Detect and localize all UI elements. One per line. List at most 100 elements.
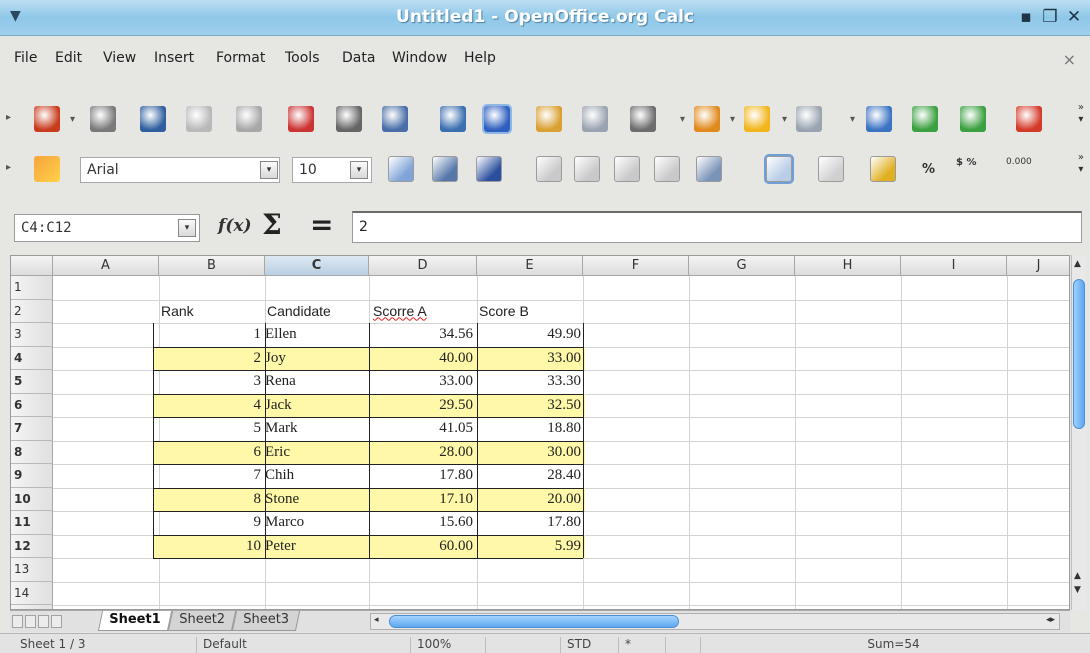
wrap-text-icon[interactable] — [764, 154, 794, 184]
spreadsheet-grid[interactable]: ABCDEFGHIJ1234567891011121314151617RankC… — [10, 255, 1070, 610]
horizontal-scroll-thumb[interactable] — [389, 615, 679, 628]
row-header[interactable]: 7 — [11, 417, 53, 441]
score-a-cell[interactable]: 33.00 — [369, 370, 475, 393]
candidate-cell[interactable]: Jack — [265, 394, 369, 417]
score-b-cell[interactable]: 5.99 — [477, 535, 583, 558]
menu-view[interactable]: View — [103, 50, 136, 66]
row-header[interactable]: 2 — [11, 299, 53, 323]
number-format-icon[interactable] — [818, 156, 844, 182]
prev-sheet-icon[interactable] — [25, 615, 36, 628]
candidate-cell[interactable]: Peter — [265, 535, 369, 558]
font-name-dropdown-icon[interactable]: ▾ — [260, 161, 278, 179]
sum-display[interactable]: Sum=54 — [700, 637, 1080, 653]
rank-cell[interactable]: 5 — [159, 417, 263, 440]
paste-icon[interactable] — [630, 106, 656, 132]
sort-descending-icon[interactable] — [960, 106, 986, 132]
header-cell-score-a[interactable]: Scorre A — [373, 300, 427, 323]
row-header[interactable]: 6 — [11, 393, 53, 417]
candidate-cell[interactable]: Rena — [265, 370, 369, 393]
dropdown-arrow-icon[interactable]: ▾ — [70, 114, 75, 125]
column-header[interactable]: D — [369, 256, 477, 276]
score-a-cell[interactable]: 40.00 — [369, 347, 475, 370]
save-icon[interactable] — [140, 106, 166, 132]
candidate-cell[interactable]: Eric — [265, 441, 369, 464]
column-header[interactable]: E — [477, 256, 583, 276]
navigator-icon[interactable] — [866, 106, 892, 132]
function-icon[interactable]: = — [310, 208, 333, 241]
menu-window[interactable]: Window — [392, 50, 447, 66]
tab-sheet2[interactable]: Sheet2 — [167, 611, 236, 631]
formula-input[interactable]: 2 — [352, 211, 1082, 243]
dropdown-arrow-icon[interactable]: ▾ — [850, 114, 855, 125]
justify-icon[interactable] — [654, 156, 680, 182]
menu-tools[interactable]: Tools — [285, 50, 320, 66]
font-size-dropdown-icon[interactable]: ▾ — [350, 161, 368, 179]
chart-icon[interactable] — [1016, 106, 1042, 132]
scroll-up-icon[interactable]: ▲ — [1074, 259, 1081, 269]
name-box[interactable]: C4:C12 — [14, 214, 200, 242]
score-b-cell[interactable]: 28.40 — [477, 464, 583, 487]
row-header[interactable]: 12 — [11, 534, 53, 558]
row-header[interactable]: 3 — [11, 323, 53, 347]
autospellcheck-icon[interactable] — [482, 104, 512, 134]
row-header[interactable]: 14 — [11, 581, 53, 605]
edit-file-icon[interactable] — [236, 106, 262, 132]
score-a-cell[interactable]: 17.80 — [369, 464, 475, 487]
score-a-cell[interactable]: 34.56 — [369, 323, 475, 346]
row-header[interactable]: 11 — [11, 511, 53, 535]
rank-cell[interactable]: 1 — [159, 323, 263, 346]
toolbar-overflow-icon[interactable]: » ▾ — [1078, 152, 1084, 176]
page-style[interactable]: Default — [196, 637, 247, 653]
score-b-cell[interactable]: 20.00 — [477, 488, 583, 511]
merge-cells-icon[interactable] — [696, 156, 722, 182]
toolbar-overflow-icon[interactable]: » ▾ — [1078, 102, 1084, 126]
close-icon[interactable]: ✕ — [1066, 8, 1082, 26]
new-document-icon[interactable] — [34, 106, 60, 132]
sum-icon[interactable]: Σ — [262, 208, 282, 241]
currency-icon[interactable] — [870, 156, 896, 182]
column-header[interactable]: C — [265, 256, 369, 276]
open-folder-icon[interactable] — [90, 106, 116, 132]
spellcheck-icon[interactable] — [440, 106, 466, 132]
menu-file[interactable]: File — [14, 50, 37, 66]
rank-cell[interactable]: 3 — [159, 370, 263, 393]
name-box-dropdown-icon[interactable]: ▾ — [178, 219, 196, 237]
menu-format[interactable]: Format — [216, 50, 265, 66]
score-a-cell[interactable]: 15.60 — [369, 511, 475, 534]
column-header[interactable]: G — [689, 256, 795, 276]
bold-icon[interactable] — [388, 156, 414, 182]
print-preview-icon[interactable] — [382, 106, 408, 132]
toolbar-grip-icon[interactable]: ▸ — [6, 162, 11, 173]
score-a-cell[interactable]: 29.50 — [369, 394, 475, 417]
header-cell-rank[interactable]: Rank — [161, 300, 194, 323]
header-cell-candidate[interactable]: Candidate — [267, 300, 331, 323]
candidate-cell[interactable]: Stone — [265, 488, 369, 511]
row-header[interactable]: 9 — [11, 464, 53, 488]
rank-cell[interactable]: 7 — [159, 464, 263, 487]
header-cell-score-b[interactable]: Score B — [479, 300, 529, 323]
toolbar-grip-icon[interactable]: ▸ — [6, 112, 11, 123]
close-document-icon[interactable]: × — [1063, 50, 1076, 69]
menu-edit[interactable]: Edit — [55, 50, 82, 66]
column-header[interactable]: J — [1007, 256, 1069, 276]
function-wizard-icon[interactable]: f(x) — [218, 216, 252, 236]
export-pdf-icon[interactable] — [288, 106, 314, 132]
restore-icon[interactable]: ❐ — [1042, 8, 1058, 26]
score-a-cell[interactable]: 17.10 — [369, 488, 475, 511]
candidate-cell[interactable]: Chih — [265, 464, 369, 487]
selection-mode[interactable]: STD — [560, 637, 591, 653]
cut-icon[interactable] — [536, 106, 562, 132]
scroll-up-icon[interactable]: ▲ — [1074, 571, 1081, 581]
align-center-icon[interactable] — [574, 156, 600, 182]
score-b-cell[interactable]: 33.30 — [477, 370, 583, 393]
vertical-scroll-thumb[interactable] — [1073, 279, 1085, 429]
dropdown-arrow-icon[interactable]: ▾ — [782, 114, 787, 125]
print-icon[interactable] — [336, 106, 362, 132]
percent-format-icon[interactable]: % — [922, 162, 935, 177]
column-header[interactable]: B — [159, 256, 265, 276]
score-b-cell[interactable]: 18.80 — [477, 417, 583, 440]
horizontal-scrollbar[interactable]: ◂ ◂▸ — [370, 613, 1060, 630]
vertical-scrollbar[interactable]: ▲ ▲ ▼ — [1071, 255, 1086, 610]
tab-sheet3[interactable]: Sheet3 — [231, 611, 300, 631]
decimal-format-icon[interactable]: 0.000 — [1006, 157, 1032, 167]
